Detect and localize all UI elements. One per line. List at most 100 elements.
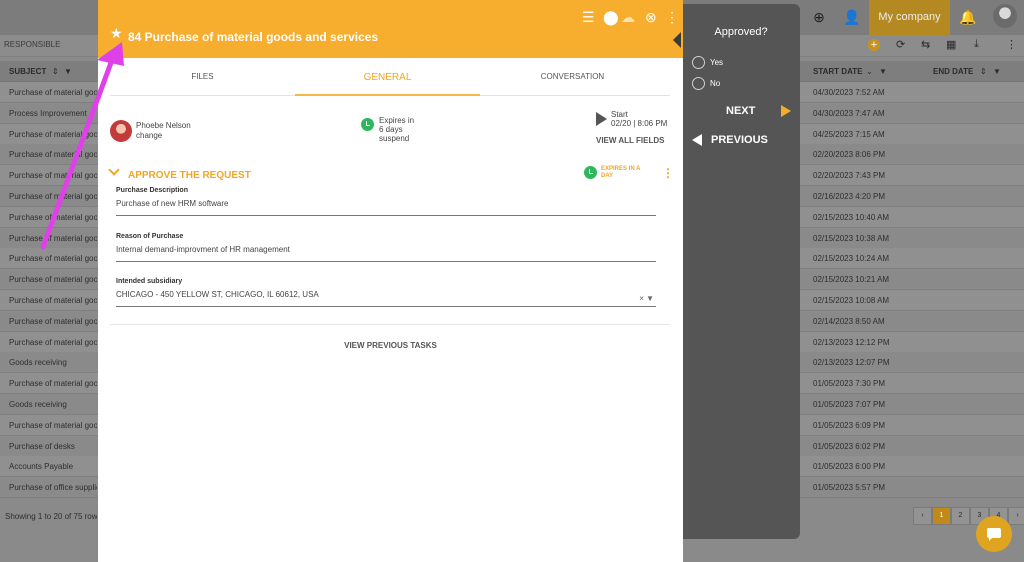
cloud-icon[interactable]: ☁ <box>621 9 635 25</box>
radio-circle[interactable] <box>692 56 705 69</box>
play-icon <box>596 112 607 126</box>
change-owner-link[interactable]: change <box>136 131 162 140</box>
row-subject: Purchase of desks <box>9 441 75 451</box>
column-subject[interactable]: SUBJECT <box>9 67 46 76</box>
previous-button[interactable]: PREVIOUS <box>711 134 768 146</box>
download-icon[interactable]: ⤓ <box>974 38 979 51</box>
approval-side-panel: Approved? Yes No NEXT PREVIOUS <box>674 4 800 539</box>
row-subject: Purchase of material goo <box>9 88 97 97</box>
star-icon[interactable]: ★ <box>110 26 123 40</box>
row-subject: Goods receiving <box>9 358 67 368</box>
responsible-filter[interactable]: RESPONSIBLE <box>4 40 60 49</box>
filter-icon[interactable]: ▼ <box>993 67 1001 76</box>
field-reason-of-purchase[interactable]: Reason of Purchase Internal demand-impro… <box>116 233 656 262</box>
previous-arrow-icon[interactable] <box>692 134 702 146</box>
start-date: 02/20 | 8:06 PM <box>611 119 668 128</box>
swap-icon[interactable]: ⇆ <box>921 38 930 51</box>
modal-title: 84 Purchase of material goods and servic… <box>128 30 379 44</box>
row-subject: Purchase of material goo <box>9 212 97 222</box>
section-title[interactable]: APPROVE THE REQUEST <box>128 170 251 181</box>
plus-circle-icon[interactable]: ⊕ <box>810 8 828 26</box>
field-value[interactable]: Purchase of new HRM software <box>116 199 656 216</box>
location-icon[interactable]: ⬤ <box>603 9 619 25</box>
column-end-date[interactable]: END DATE <box>933 67 973 76</box>
sort-icon[interactable]: ⇕ <box>980 67 987 76</box>
row-start-date: 01/05/2023 7:07 PM <box>813 400 886 409</box>
more-vert-icon[interactable]: ⋮ <box>662 167 674 179</box>
section-expires: EXPIRES IN A DAY <box>601 166 641 179</box>
row-start-date: 01/05/2023 7:30 PM <box>813 379 886 389</box>
row-start-date: 02/15/2023 10:40 AM <box>813 212 890 222</box>
field-label: Intended subsidiary <box>116 278 183 285</box>
page-button[interactable]: ‹ <box>913 507 932 525</box>
start-label: Start <box>611 110 628 119</box>
grid-icon[interactable]: ▦ <box>946 38 956 51</box>
company-button[interactable]: My company <box>869 0 950 35</box>
row-start-date: 02/13/2023 12:07 PM <box>813 358 890 368</box>
field-value[interactable]: Internal demand-improvment of HR managem… <box>116 245 656 262</box>
row-start-date: 01/05/2023 6:09 PM <box>813 420 886 430</box>
tab-general[interactable]: GENERAL <box>295 64 480 96</box>
row-start-date: 02/15/2023 10:38 AM <box>813 233 890 243</box>
filter-icon[interactable]: ▼ <box>64 67 72 76</box>
page-button[interactable]: 2 <box>951 507 970 525</box>
row-start-date: 02/14/2023 8:50 AM <box>813 316 885 326</box>
add-user-icon[interactable]: 👤 <box>843 8 861 26</box>
more-vert-icon[interactable]: ⋮ <box>665 9 679 25</box>
radio-label: Yes <box>710 58 724 67</box>
row-start-date: 02/15/2023 10:21 AM <box>813 275 890 285</box>
row-subject: Purchase of material goo <box>9 192 97 201</box>
filter-icon[interactable]: ▼ <box>879 67 887 76</box>
approval-question: Approved? <box>714 26 768 38</box>
field-value[interactable]: CHICAGO - 450 YELLOW ST, CHICAGO, IL 606… <box>116 290 656 307</box>
close-icon[interactable]: ⊗ <box>645 9 657 25</box>
menu-icon[interactable]: ☰ <box>582 9 595 25</box>
clock-icon <box>584 166 597 179</box>
sort-icon[interactable]: ⇕ <box>52 67 59 76</box>
clock-icon <box>361 118 374 131</box>
row-subject: Purchase of material goo <box>9 420 97 430</box>
chat-icon[interactable] <box>976 516 1012 552</box>
modal-header: ★ 84 Purchase of material goods and serv… <box>98 0 683 58</box>
panel-notch <box>673 32 681 48</box>
page-button[interactable]: 1 <box>932 507 951 525</box>
chevron-down-icon[interactable]: × ▼ <box>639 294 654 303</box>
field-intended-subsidiary[interactable]: Intended subsidiary CHICAGO - 450 YELLOW… <box>116 278 656 307</box>
refresh-icon[interactable]: ⟳ <box>896 38 905 51</box>
bell-icon[interactable]: 🔔 <box>959 8 977 26</box>
add-circle-icon[interactable]: + <box>868 39 880 51</box>
divider <box>110 324 670 325</box>
row-start-date: 04/25/2023 7:15 AM <box>813 129 885 139</box>
task-modal: ★ 84 Purchase of material goods and serv… <box>98 0 683 562</box>
tab-files[interactable]: FILES <box>110 64 295 96</box>
more-vert-icon[interactable]: ⋮ <box>1006 38 1017 51</box>
user-avatar[interactable] <box>993 4 1017 28</box>
next-button[interactable]: NEXT <box>726 105 755 117</box>
expires-info: Expires in 6 days suspend <box>379 116 414 143</box>
tab-conversation[interactable]: CONVERSATION <box>480 64 665 96</box>
row-start-date: 02/15/2023 10:24 AM <box>813 254 890 264</box>
sort-icon[interactable]: ⌄ <box>866 67 873 76</box>
column-start-date[interactable]: START DATE <box>813 67 862 76</box>
row-subject: Purchase of material goo <box>9 296 97 305</box>
row-subject: Purchase of material goo <box>9 337 97 347</box>
row-subject: Purchase of material goo <box>9 150 97 160</box>
view-all-fields-button[interactable]: VIEW ALL FIELDS <box>596 136 664 145</box>
row-subject: Accounts Payable <box>9 462 74 472</box>
row-subject: Purchase of material goo <box>9 379 97 389</box>
row-start-date: 02/16/2023 4:20 PM <box>813 192 886 201</box>
row-subject: Purchase of material goo <box>9 129 97 139</box>
view-previous-tasks-button[interactable]: VIEW PREVIOUS TASKS <box>98 341 683 350</box>
radio-circle[interactable] <box>692 77 705 90</box>
row-start-date: 01/05/2023 6:02 PM <box>813 441 886 451</box>
row-start-date: 01/05/2023 5:57 PM <box>813 483 886 493</box>
row-subject: Purchase of material goo <box>9 233 97 243</box>
suspend-link[interactable]: suspend <box>379 134 414 143</box>
row-subject: Purchase of material goo <box>9 275 97 285</box>
row-subject: Purchase of material goo <box>9 171 97 181</box>
next-arrow-icon[interactable] <box>781 105 791 117</box>
chevron-down-icon[interactable] <box>108 164 120 176</box>
field-purchase-description[interactable]: Purchase Description Purchase of new HRM… <box>116 187 656 216</box>
row-start-date: 02/20/2023 7:43 PM <box>813 171 886 181</box>
page-button[interactable]: › <box>1008 507 1024 525</box>
